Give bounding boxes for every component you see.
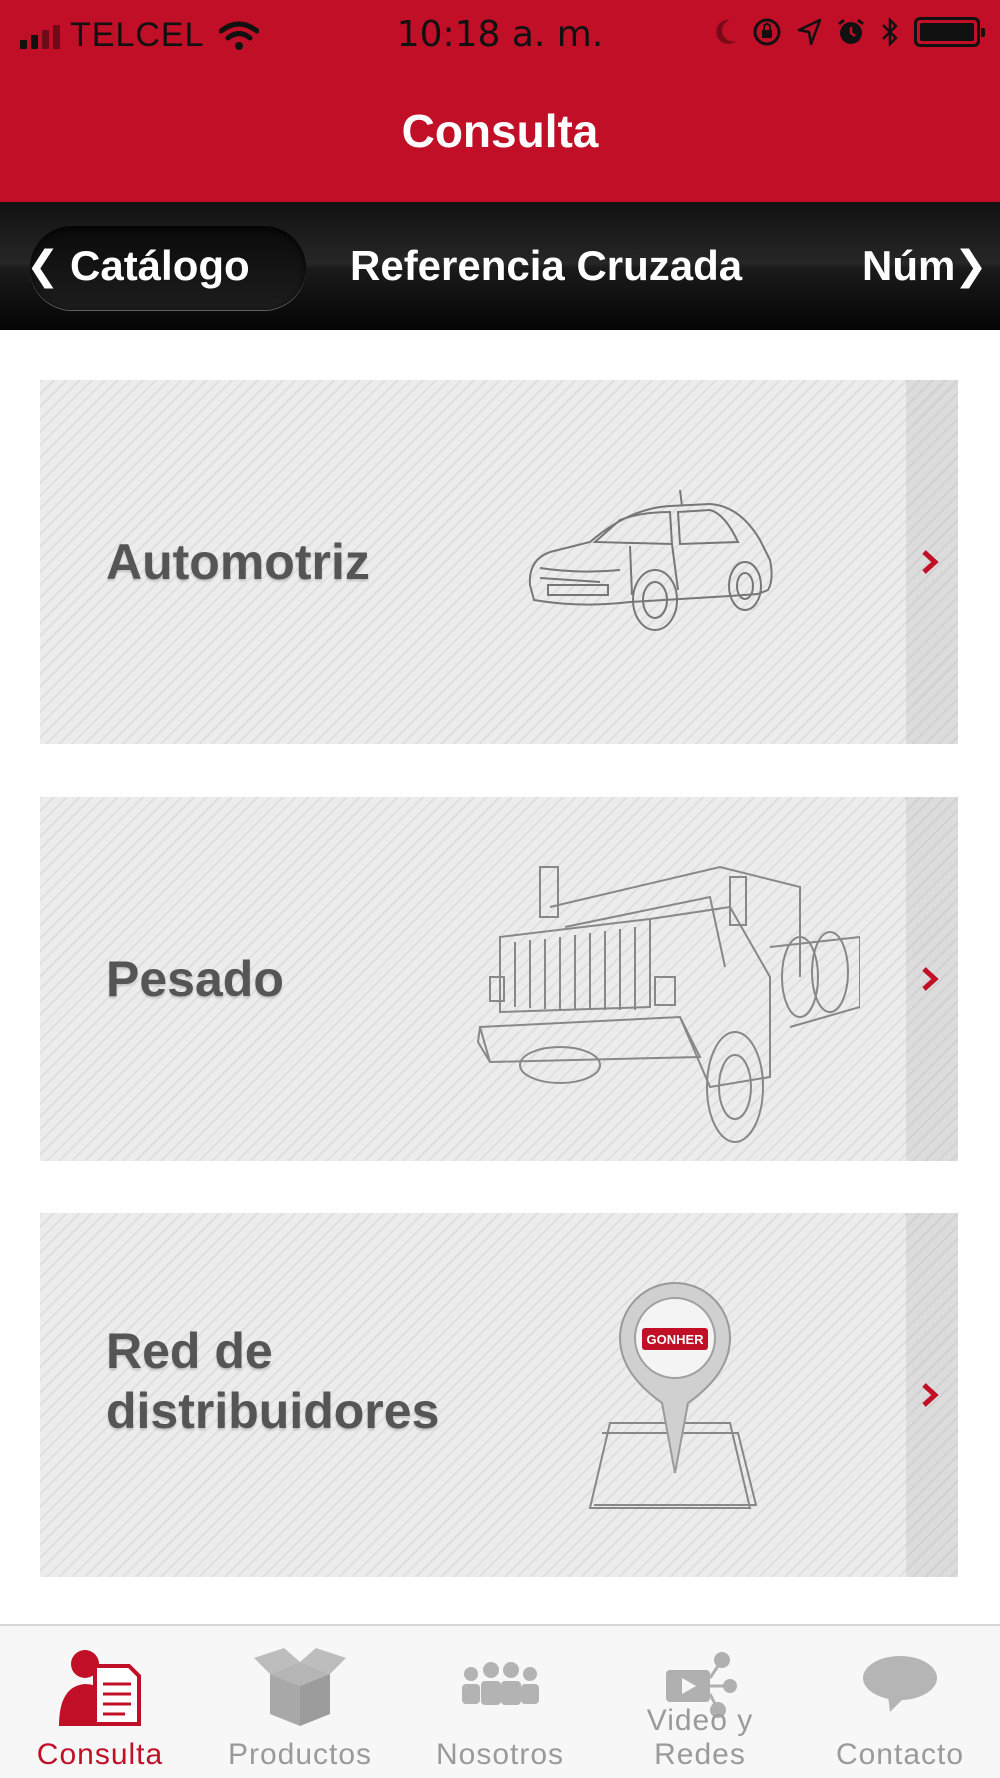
bottom-tab-bar: Consulta Productos Nosotros Video y Rede… <box>0 1624 1000 1778</box>
tab-contacto[interactable]: Contacto <box>800 1626 1000 1778</box>
tab-numero[interactable]: Núm <box>862 202 956 330</box>
truck-icon <box>476 865 860 1143</box>
alarm-icon <box>838 18 864 44</box>
scroll-right-icon[interactable]: ❯ <box>954 202 988 330</box>
card-pesado[interactable]: Pesado <box>40 797 958 1161</box>
location-icon <box>797 18 822 46</box>
chat-bubble-icon <box>863 1656 937 1712</box>
page-title: Consulta <box>401 105 599 157</box>
card-label: Pesado <box>106 951 284 1007</box>
rotation-lock-icon <box>753 18 781 46</box>
tab-label: Nosotros <box>435 1738 565 1771</box>
tab-consulta[interactable]: Consulta <box>0 1626 200 1778</box>
card-label-line2: distribuidores <box>106 1383 440 1439</box>
tab-label: Video y Redes <box>646 1704 754 1771</box>
status-icons <box>712 16 985 48</box>
tab-label: Productos <box>227 1738 373 1771</box>
tab-productos[interactable]: Productos <box>200 1626 400 1778</box>
card-automotriz[interactable]: Automotriz <box>40 380 958 744</box>
tab-catalogo[interactable]: Catálogo <box>70 202 250 330</box>
moon-icon <box>716 19 736 44</box>
people-icon <box>462 1662 539 1705</box>
gonher-logo-text: GONHER <box>646 1332 704 1347</box>
chevron-right-icon <box>922 550 939 574</box>
tab-nosotros[interactable]: Nosotros <box>400 1626 600 1778</box>
car-icon <box>528 490 773 631</box>
tab-referencia-cruzada[interactable]: Referencia Cruzada <box>350 202 742 330</box>
status-bar: TELCEL 10:18 a. m. <box>0 0 1000 72</box>
tab-label: Consulta <box>36 1738 164 1771</box>
chevron-right-icon <box>922 967 939 991</box>
scroll-left-icon[interactable]: ❮ <box>26 202 60 330</box>
header-bar: TELCEL 10:18 a. m. Consulta <box>0 0 1000 202</box>
tab-label: Contacto <box>835 1738 965 1771</box>
map-pin-icon: GONHER <box>588 1281 758 1509</box>
card-label: Automotriz <box>106 534 370 590</box>
card-red-distribuidores[interactable]: Red de distribuidores GONHER <box>40 1213 958 1577</box>
bluetooth-icon <box>882 16 898 48</box>
box-icon <box>254 1648 346 1726</box>
card-label-line1: Red de <box>106 1323 273 1379</box>
battery-icon <box>914 17 985 47</box>
chevron-right-icon <box>922 1383 939 1407</box>
top-tab-bar: ❮ Catálogo Referencia Cruzada Núm ❯ <box>0 202 1000 330</box>
document-icon <box>59 1650 141 1726</box>
tab-video-redes[interactable]: Video y Redes <box>600 1626 800 1778</box>
